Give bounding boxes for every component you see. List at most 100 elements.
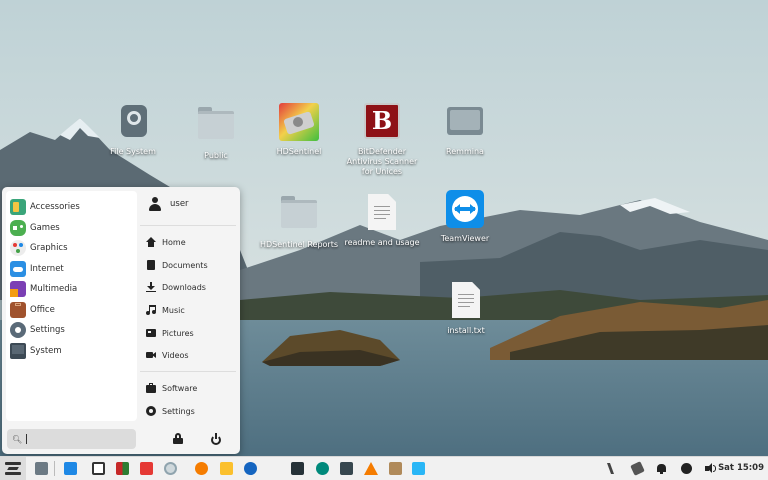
places-panel: user Home Documents Downloads Music Pict… [140,187,240,454]
system-settings[interactable]: Settings [146,403,195,419]
place-downloads[interactable]: Downloads [146,279,206,295]
lock-button[interactable] [172,433,184,445]
desktop-icon-teamviewer[interactable]: TeamViewer [425,190,505,244]
text-file-icon [362,194,402,234]
user-label: user [170,199,189,209]
place-videos[interactable]: Videos [146,347,189,363]
system-software[interactable]: Software [146,380,197,396]
place-label: Software [162,383,198,393]
internet-icon [10,261,26,277]
place-music[interactable]: Music [146,302,185,318]
category-internet[interactable]: Internet [10,260,133,278]
category-label: Internet [30,264,64,274]
user-avatar-icon [148,197,162,211]
desktop-icon-label: HDSentinel [276,147,322,156]
update-icon[interactable] [681,463,692,474]
pen-icon[interactable] [140,462,153,475]
desktop-icon[interactable] [64,462,77,475]
downloads-icon [146,282,156,292]
place-label: Documents [162,260,208,270]
zorin-menu-button[interactable] [0,457,26,480]
taskbar: Sat 15:09 [0,456,768,480]
category-multimedia[interactable]: Multimedia [10,280,133,298]
text-file-icon [446,282,486,322]
desktop-icon-label: Public [204,151,228,160]
desktop-icon-hdsentinel-reports[interactable]: HDSentinel Reports [259,192,339,250]
power-button[interactable] [210,433,222,445]
volume-icon[interactable] [705,463,716,474]
store-icon[interactable] [412,462,425,475]
place-label: Home [162,237,186,247]
desktop-icon-remmina[interactable]: Remmina [425,103,505,157]
remmina-icon [445,103,485,143]
desktop-icon-file-system[interactable]: File System [93,103,173,157]
remote-icon[interactable] [316,462,329,475]
chrome-icon[interactable] [164,462,177,475]
music-icon [146,305,156,315]
place-pictures[interactable]: Pictures [146,325,194,341]
archive-icon[interactable] [389,462,402,475]
vlc-icon[interactable] [364,462,378,475]
place-label: Videos [162,350,189,360]
category-settings[interactable]: Settings [10,321,133,339]
desktop-icon-label: File System [110,147,156,156]
desktop-icon-hdsentinel[interactable]: HDSentinel [259,103,339,157]
graphics-icon [10,240,26,256]
category-office[interactable]: Office [10,301,133,319]
app-menu: Accessories Games Graphics Internet Mult… [2,187,240,454]
network-icon[interactable] [630,461,645,476]
documents-icon [146,260,156,270]
files-icon[interactable] [92,462,105,475]
desktop-icon-bitdefender[interactable]: B BitDefender Antivirus Scanner for Unic… [342,103,422,177]
notifications-icon[interactable] [656,463,667,474]
divider [140,225,236,226]
zorin-connect-icon[interactable] [606,463,618,474]
category-label: Settings [30,325,65,335]
settings-icon [10,322,26,338]
mail-icon[interactable] [220,462,233,475]
category-label: Graphics [30,243,68,253]
desktop-icon-public[interactable]: Public [176,103,256,161]
desktop-icon-install-txt[interactable]: install.txt [426,280,506,336]
office-icon [10,302,26,318]
workspace-icon[interactable] [35,462,48,475]
zorin-menu-icon [5,462,21,475]
desktop-icon-label: Remmina [446,147,484,156]
app-icon[interactable] [340,462,353,475]
place-documents[interactable]: Documents [146,257,208,273]
category-label: Office [30,305,55,315]
desktop-icon-readme[interactable]: readme and usage [342,192,422,248]
user-button[interactable]: user [148,197,189,211]
bitdefender-icon: B [362,103,402,143]
category-graphics[interactable]: Graphics [10,239,133,257]
folder-icon [196,107,236,147]
search-input[interactable]: 🔍︎ [7,429,136,449]
place-home[interactable]: Home [146,234,186,250]
pictures-icon [146,328,156,338]
clock[interactable]: Sat 15:09 [718,463,764,473]
search-icon: 🔍︎ [12,434,23,444]
desktop-icon-label: TeamViewer [440,234,490,243]
place-label: Downloads [162,282,206,292]
app-grid-icon[interactable] [116,462,129,475]
category-label: Multimedia [30,284,78,294]
folder-icon [279,196,319,236]
category-system[interactable]: System [10,342,133,360]
desktop-icon-label: BitDefender Antivirus Scanner for Unices [346,147,418,176]
desktop-icon-label: install.txt [447,326,485,335]
place-label: Pictures [162,328,194,338]
category-list: Accessories Games Graphics Internet Mult… [6,191,137,421]
terminal-icon[interactable] [291,462,304,475]
desktop-icon-label: readme and usage [344,238,420,247]
firefox-icon[interactable] [195,462,208,475]
accessories-icon [10,199,26,215]
category-label: Games [30,223,60,233]
desktop-icon-label: HDSentinel Reports [259,240,339,249]
edge-icon[interactable] [244,462,257,475]
place-label: Music [162,305,185,315]
hdsentinel-icon [279,103,319,143]
category-games[interactable]: Games [10,219,133,237]
divider [140,371,236,372]
settings-gear-icon [146,406,156,416]
category-accessories[interactable]: Accessories [10,198,133,216]
